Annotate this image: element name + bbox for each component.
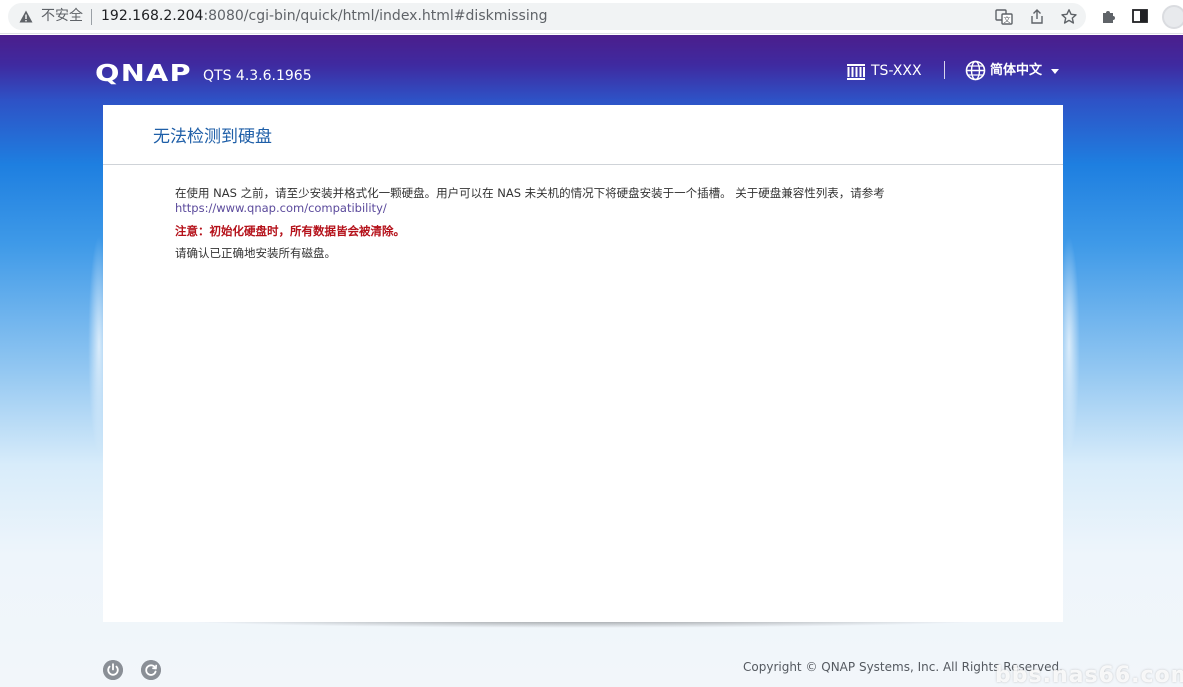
qnap-page: QNAP QTS 4.3.6.1965 TS-XXX 简体中文 无法检测到硬盘 … <box>0 35 1183 687</box>
address-bar[interactable]: 不安全 192.168.2.204:8080/cgi-bin/quick/htm… <box>8 3 1086 30</box>
chevron-down-icon[interactable] <box>1051 69 1059 74</box>
address-divider <box>91 9 92 25</box>
extensions-icon[interactable] <box>1100 7 1118 25</box>
svg-text:文: 文 <box>1004 15 1011 24</box>
header-divider <box>944 61 945 79</box>
side-panel-icon[interactable] <box>1131 7 1149 25</box>
browser-toolbar: 不安全 192.168.2.204:8080/cgi-bin/quick/htm… <box>0 0 1183 34</box>
data-erase-warning: 注意：初始化硬盘时，所有数据皆会被清除。 <box>175 224 405 238</box>
install-disk-message: 在使用 NAS 之前，请至少安装并格式化一颗硬盘。用户可以在 NAS 未关机的情… <box>175 186 885 200</box>
title-divider <box>103 164 1063 165</box>
url-host: 192.168.2.204 <box>101 8 204 24</box>
page-title: 无法检测到硬盘 <box>153 127 272 147</box>
nas-device-icon <box>847 64 865 80</box>
confirm-disks-message: 请确认已正确地安装所有磁盘。 <box>175 246 336 260</box>
globe-icon[interactable] <box>965 60 986 81</box>
language-selector[interactable]: 简体中文 <box>990 62 1042 79</box>
disk-missing-panel: 无法检测到硬盘 在使用 NAS 之前，请至少安装并格式化一颗硬盘。用户可以在 N… <box>103 105 1063 622</box>
qnap-logo: QNAP <box>95 61 192 87</box>
share-icon[interactable] <box>1028 8 1046 26</box>
site-watermark: bbs.nas66.com <box>995 663 1183 687</box>
power-button[interactable] <box>103 660 123 680</box>
url-text[interactable]: 192.168.2.204:8080/cgi-bin/quick/html/in… <box>101 7 547 26</box>
url-path: :8080/cgi-bin/quick/html/index.html#disk… <box>203 8 548 24</box>
device-name: TS-XXX <box>871 63 922 79</box>
profile-avatar[interactable] <box>1162 5 1183 29</box>
security-label[interactable]: 不安全 <box>41 7 83 26</box>
qts-version: QTS 4.3.6.1965 <box>203 68 312 84</box>
translate-icon[interactable]: 文 <box>995 8 1013 26</box>
compatibility-link[interactable]: https://www.qnap.com/compatibility/ <box>175 201 387 216</box>
warning-icon[interactable] <box>19 10 33 23</box>
bookmark-star-icon[interactable] <box>1060 8 1078 26</box>
restart-button[interactable] <box>141 660 161 680</box>
